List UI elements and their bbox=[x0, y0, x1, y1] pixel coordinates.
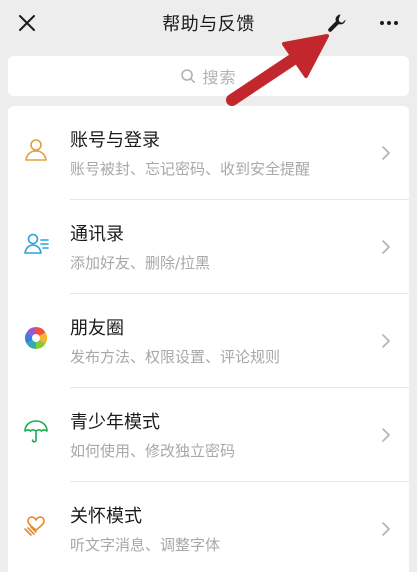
help-topic-list: 账号与登录 账号被封、忘记密码、收到安全提醒 通讯录 添加好友、删除/拉黑 朋友… bbox=[8, 106, 409, 572]
item-subtitle: 如何使用、修改独立密码 bbox=[70, 442, 236, 460]
item-subtitle: 听文字消息、调整字体 bbox=[70, 536, 221, 554]
item-title: 朋友圈 bbox=[70, 318, 124, 339]
list-item-account-login[interactable]: 账号与登录 账号被封、忘记密码、收到安全提醒 bbox=[8, 106, 409, 200]
umbrella-icon bbox=[24, 420, 48, 443]
more-button[interactable] bbox=[372, 6, 406, 40]
list-item-contacts[interactable]: 通讯录 添加好友、删除/拉黑 bbox=[8, 200, 409, 294]
search-icon bbox=[181, 69, 196, 83]
chevron-right-icon bbox=[382, 334, 390, 348]
chevron-right-icon bbox=[382, 428, 390, 442]
list-item-moments[interactable]: 朋友圈 发布方法、权限设置、评论规则 bbox=[8, 294, 409, 388]
user-icon bbox=[25, 139, 47, 161]
item-title: 关怀模式 bbox=[70, 506, 142, 527]
item-title: 青少年模式 bbox=[70, 412, 160, 433]
moments-icon bbox=[25, 327, 47, 349]
item-subtitle: 发布方法、权限设置、评论规则 bbox=[70, 348, 281, 366]
heart-hand-icon bbox=[24, 516, 45, 536]
chevron-right-icon bbox=[382, 240, 390, 254]
wrench-icon bbox=[328, 14, 346, 32]
item-subtitle: 添加好友、删除/拉黑 bbox=[70, 254, 211, 272]
more-icon bbox=[380, 21, 398, 25]
top-bar: 帮助与反馈 bbox=[0, 0, 417, 46]
chevron-right-icon bbox=[382, 522, 390, 536]
item-title: 通讯录 bbox=[70, 224, 124, 245]
search-bar[interactable]: 搜索 bbox=[8, 56, 409, 96]
help-feedback-page: 帮助与反馈 搜索 账号与登录 账号被封、忘记密码、收到安全提醒 通讯录 添加好友… bbox=[0, 0, 417, 572]
page-title: 帮助与反馈 bbox=[162, 14, 255, 35]
contacts-icon bbox=[24, 233, 49, 254]
list-item-care-mode[interactable]: 关怀模式 听文字消息、调整字体 bbox=[8, 482, 409, 572]
search-placeholder: 搜索 bbox=[202, 68, 237, 87]
item-title: 账号与登录 bbox=[70, 130, 160, 151]
tools-button[interactable] bbox=[320, 6, 354, 40]
item-subtitle: 账号被封、忘记密码、收到安全提醒 bbox=[70, 160, 311, 178]
chevron-right-icon bbox=[382, 146, 390, 160]
list-item-teen-mode[interactable]: 青少年模式 如何使用、修改独立密码 bbox=[8, 388, 409, 482]
